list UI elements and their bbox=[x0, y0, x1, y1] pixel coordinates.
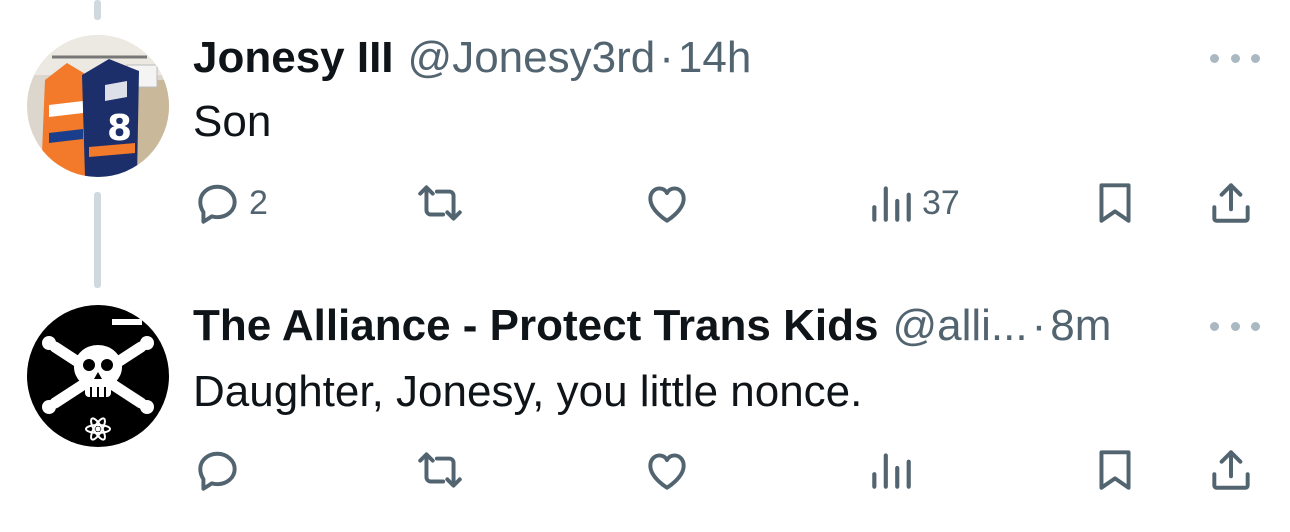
views-button[interactable]: 37 bbox=[866, 178, 960, 228]
reply-button[interactable] bbox=[193, 445, 249, 495]
reply-button[interactable]: 2 bbox=[193, 178, 268, 228]
tweet-text: Son bbox=[193, 97, 272, 146]
reply-count: 2 bbox=[249, 183, 268, 222]
dot-icon bbox=[1230, 53, 1240, 63]
skull-crossbones-avatar bbox=[27, 305, 169, 447]
heart-icon bbox=[648, 186, 686, 223]
retweet-icon bbox=[418, 185, 462, 221]
bookmark-icon bbox=[1099, 450, 1131, 490]
views-chart-icon bbox=[872, 453, 911, 489]
display-name[interactable]: Jonesy III bbox=[193, 28, 394, 88]
thread-line-connector bbox=[94, 192, 101, 288]
avatar[interactable]: 8 bbox=[27, 35, 169, 177]
reply-icon bbox=[198, 451, 237, 491]
tweet-header: The Alliance - Protect Trans Kids @alli.… bbox=[193, 296, 1160, 356]
dot-icon bbox=[1251, 53, 1260, 63]
share-button[interactable] bbox=[1206, 178, 1256, 228]
view-count: 37 bbox=[922, 183, 960, 222]
user-handle[interactable]: @Jonesy3rd bbox=[408, 28, 656, 88]
bookmark-button[interactable] bbox=[1090, 445, 1140, 495]
heart-icon bbox=[648, 453, 686, 490]
retweet-button[interactable] bbox=[415, 178, 471, 228]
jerseys-photo-avatar: 8 bbox=[27, 35, 169, 177]
display-name[interactable]: The Alliance - Protect Trans Kids bbox=[193, 296, 878, 356]
more-options-button[interactable] bbox=[1210, 316, 1260, 336]
like-button[interactable] bbox=[642, 178, 698, 228]
tweet-text: Daughter, Jonesy, you little nonce. bbox=[193, 367, 863, 416]
retweet-button[interactable] bbox=[415, 445, 471, 495]
more-options-button[interactable] bbox=[1210, 48, 1260, 68]
reply-thread: 8 Jonesy III @Jonesy3rd · 14h Son 2 37 T… bbox=[0, 0, 1290, 532]
timestamp[interactable]: 8m bbox=[1050, 296, 1111, 356]
tweet-header: Jonesy III @Jonesy3rd · 14h bbox=[193, 28, 1160, 88]
dot-icon bbox=[1210, 321, 1219, 331]
dot-icon bbox=[1210, 53, 1219, 63]
dot-icon bbox=[1251, 321, 1260, 331]
bookmark-button[interactable] bbox=[1090, 178, 1140, 228]
reply-icon bbox=[198, 184, 237, 224]
timestamp[interactable]: 14h bbox=[678, 28, 751, 88]
bookmark-icon bbox=[1099, 183, 1131, 223]
views-chart-icon bbox=[872, 186, 911, 222]
retweet-icon bbox=[418, 452, 462, 488]
user-handle[interactable]: @alli... bbox=[892, 296, 1027, 356]
svg-text:8: 8 bbox=[107, 108, 132, 149]
avatar[interactable] bbox=[27, 305, 169, 447]
separator-dot: · bbox=[659, 33, 674, 82]
like-button[interactable] bbox=[642, 445, 698, 495]
share-icon bbox=[1212, 183, 1250, 223]
dot-icon bbox=[1230, 321, 1240, 331]
share-button[interactable] bbox=[1206, 445, 1256, 495]
separator-dot: · bbox=[1031, 301, 1047, 350]
thread-line-top bbox=[94, 0, 101, 20]
views-button[interactable] bbox=[866, 445, 922, 495]
share-icon bbox=[1212, 450, 1250, 490]
